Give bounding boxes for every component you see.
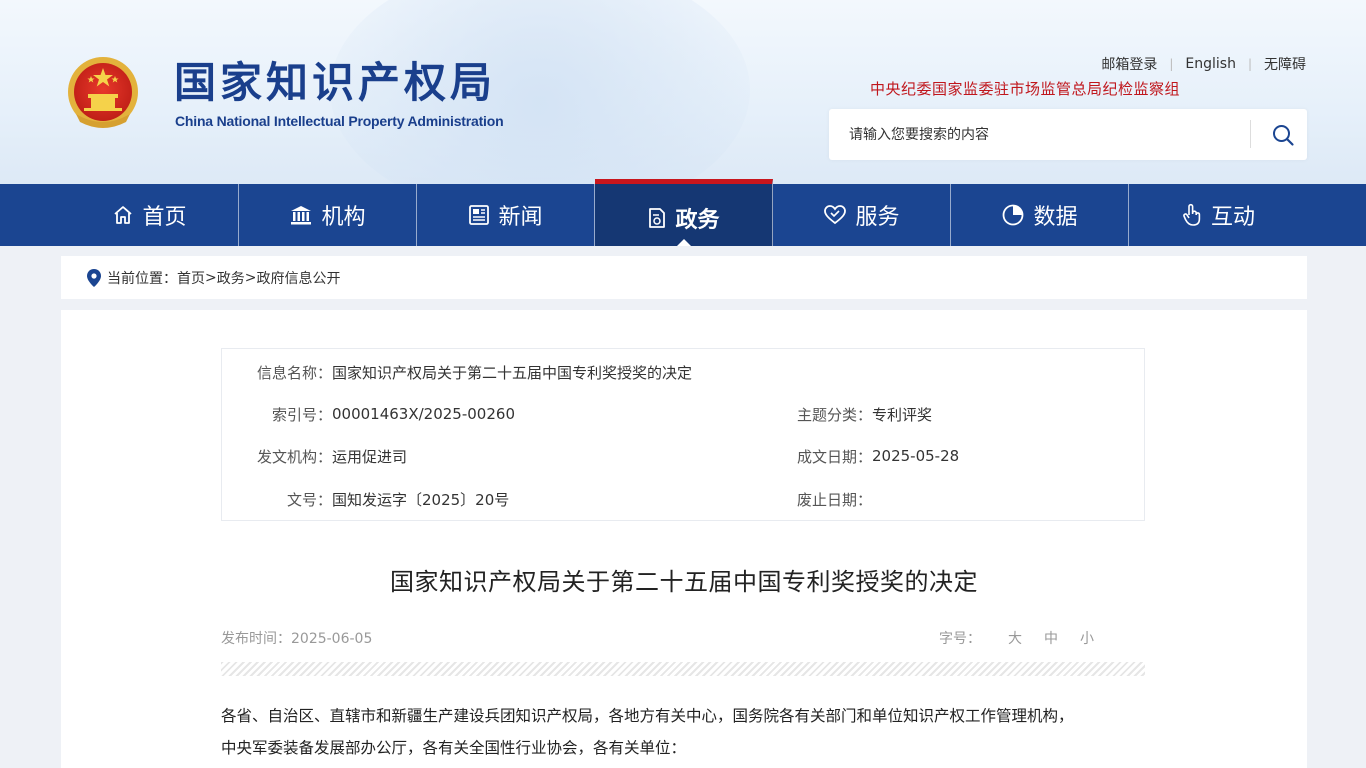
body-paragraph: 中央军委装备发展部办公厅，各有关全国性行业协会，各有关单位： — [221, 739, 687, 757]
nav-item-data[interactable]: 数据 — [951, 184, 1129, 246]
search-divider — [1250, 120, 1251, 148]
breadcrumb-info-disclosure[interactable]: 政府信息公开 — [256, 268, 340, 288]
publish-date-value: 2025-06-05 — [291, 631, 373, 647]
info-topic-label: 主题分类： — [796, 405, 872, 424]
publish-date-label: 发布时间： — [221, 631, 291, 647]
nav-label: 政务 — [675, 207, 720, 233]
info-topic-value: 专利评奖 — [872, 405, 933, 424]
info-index-label: 索引号： — [271, 405, 332, 424]
info-docno-value: 国知发运字〔2025〕20号 — [332, 490, 510, 509]
top-link-separator: | — [1169, 57, 1174, 71]
accessibility-link[interactable]: 无障碍 — [1264, 54, 1306, 74]
decorative-divider — [221, 662, 1145, 676]
search-input[interactable] — [829, 109, 1249, 160]
main-content: 信息名称： 国家知识产权局关于第二十五届中国专利奖授奖的决定 索引号： 0000… — [61, 310, 1307, 768]
government-affairs-icon — [647, 207, 667, 229]
search-box — [829, 109, 1307, 160]
home-icon — [112, 204, 134, 226]
nav-label: 新闻 — [498, 205, 543, 230]
breadcrumb-separator: > — [205, 269, 217, 286]
mail-login-link[interactable]: 邮箱登录 — [1101, 54, 1157, 74]
info-abolish-label: 废止日期： — [796, 490, 872, 509]
breadcrumb-prefix: 当前位置： — [107, 270, 177, 287]
nav-item-government-affairs[interactable]: 政务 — [595, 179, 773, 246]
search-button[interactable] — [1259, 109, 1307, 160]
site-header: 国家知识产权局 China National Intellectual Prop… — [0, 0, 1366, 184]
news-icon — [468, 204, 490, 226]
institution-icon — [289, 204, 313, 226]
breadcrumb-government-affairs[interactable]: 政务 — [217, 268, 245, 288]
nav-item-news[interactable]: 新闻 — [417, 184, 595, 246]
font-size-small-button[interactable]: 小 — [1080, 628, 1094, 648]
article-title: 国家知识产权局关于第二十五届中国专利奖授奖的决定 — [390, 568, 978, 596]
info-issuer-label: 发文机构： — [256, 447, 332, 466]
nav-label: 首页 — [142, 205, 187, 230]
font-size-medium-button[interactable]: 中 — [1044, 628, 1058, 648]
breadcrumb: 当前位置： 首页 > 政务 > 政府信息公开 — [61, 256, 1307, 299]
info-date-value: 2025-05-28 — [872, 447, 960, 465]
article-body: 各省、自治区、直辖市和新疆生产建设兵团知识产权局，各地方有关中心，国务院各有关部… — [221, 700, 1145, 764]
info-name-value: 国家知识产权局关于第二十五届中国专利奖授奖的决定 — [332, 363, 693, 382]
info-date-label: 成文日期： — [796, 447, 872, 466]
nav-item-institution[interactable]: 机构 — [239, 184, 417, 246]
main-nav: 首页 机构 新闻 政务 服务 数据 互动 — [0, 179, 1366, 246]
logo-title-cn[interactable]: 国家知识产权局 — [174, 58, 496, 108]
info-table: 信息名称： 国家知识产权局关于第二十五届中国专利奖授奖的决定 索引号： 0000… — [221, 348, 1145, 521]
info-docno-label: 文号： — [286, 490, 332, 509]
nav-item-service[interactable]: 服务 — [773, 184, 951, 246]
english-link[interactable]: English — [1185, 56, 1236, 72]
logo-title-en[interactable]: China National Intellectual Property Adm… — [175, 113, 504, 129]
top-links: 邮箱登录 | English | 无障碍 — [1101, 54, 1306, 74]
info-issuer-value: 运用促进司 — [332, 447, 408, 466]
service-icon — [823, 204, 847, 226]
location-pin-icon — [87, 268, 101, 287]
info-index-value: 00001463X/2025-00260 — [332, 405, 515, 423]
font-size-label: 字号： — [939, 631, 981, 647]
body-paragraph: 各省、自治区、直辖市和新疆生产建设兵团知识产权局，各地方有关中心，国务院各有关部… — [221, 707, 1074, 725]
nav-label: 互动 — [1210, 205, 1255, 230]
national-emblem-icon — [68, 57, 138, 128]
nav-item-home[interactable]: 首页 — [61, 184, 239, 246]
nav-item-interaction[interactable]: 互动 — [1129, 184, 1307, 246]
breadcrumb-home[interactable]: 首页 — [177, 268, 205, 288]
nav-label: 服务 — [855, 205, 900, 230]
font-size-control: 字号： 大 中 小 — [939, 628, 1105, 648]
font-size-large-button[interactable]: 大 — [1008, 628, 1022, 648]
discipline-inspection-link[interactable]: 中央纪委国家监委驻市场监管总局纪检监察组 — [870, 78, 1180, 99]
search-icon — [1273, 124, 1294, 146]
interaction-icon — [1181, 203, 1203, 227]
nav-label: 机构 — [321, 205, 366, 230]
article-meta: 发布时间：2025-06-05 字号： 大 中 小 — [221, 628, 1145, 648]
publish-date: 发布时间：2025-06-05 — [221, 628, 372, 648]
top-link-separator: | — [1247, 57, 1252, 71]
breadcrumb-separator: > — [244, 269, 257, 286]
info-name-label: 信息名称： — [256, 363, 332, 382]
nav-label: 数据 — [1033, 205, 1078, 230]
data-icon — [1001, 203, 1025, 227]
